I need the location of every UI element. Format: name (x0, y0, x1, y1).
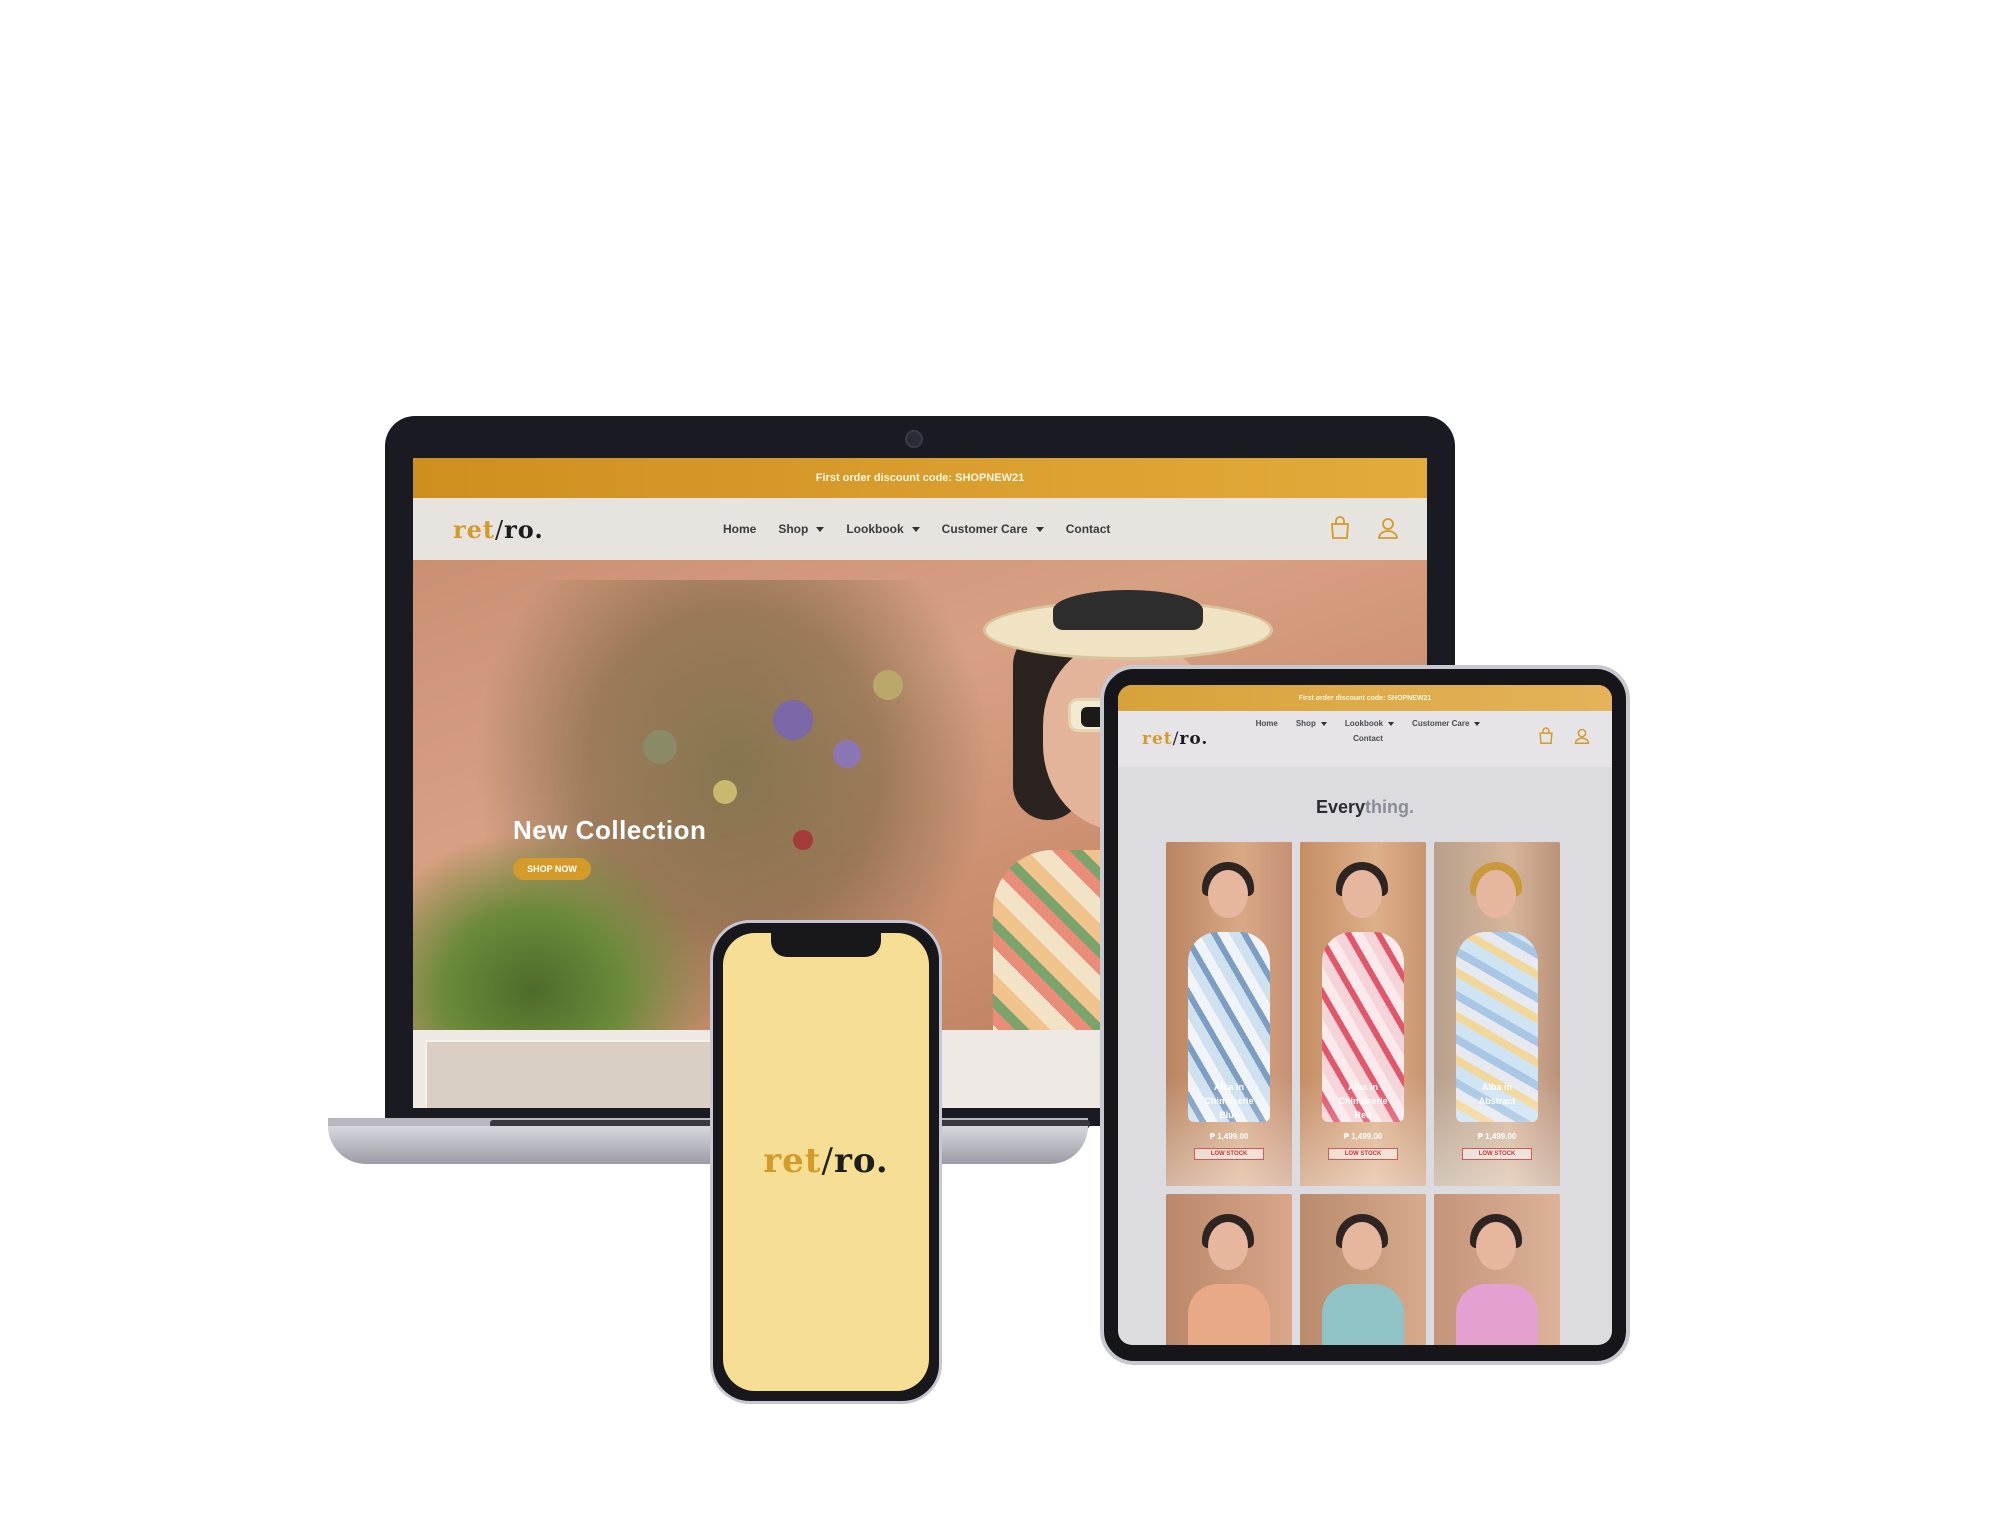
site-logo[interactable]: ret/ro. (453, 515, 544, 544)
chevron-down-icon (1320, 721, 1327, 726)
site-header: ret/ro. Home Shop Lookbook Customer Care… (413, 498, 1427, 560)
header-icons (1329, 516, 1399, 540)
hero-title: New Collection (513, 815, 707, 845)
promo-banner: First order discount code: SHOPNEW21 (413, 458, 1427, 498)
tablet-nav-home[interactable]: Home (1256, 719, 1278, 728)
collection-heading-accent: thing. (1365, 797, 1415, 817)
tablet-promo-text: First order discount code: SHOPNEW21 (1298, 694, 1432, 702)
tablet-device: First order discount code: SHOPNEW21 ret… (1100, 665, 1630, 1365)
tablet-nav-contact-label: Contact (1353, 734, 1383, 743)
tablet-nav-home-label: Home (1255, 719, 1278, 728)
nav-shop[interactable]: Shop (778, 522, 825, 536)
nav-shop-label: Shop (778, 522, 809, 536)
tablet-nav-customer-care-label: Customer Care (1412, 719, 1470, 728)
product-card[interactable]: Alba in Abstract ₱ 1,499.00 LOW STOCK (1434, 842, 1560, 1186)
product-card[interactable] (1300, 1194, 1426, 1345)
product-card[interactable]: Alba in Chinoiserie Red ₱ 1,499.00 LOW STO… (1300, 842, 1426, 1186)
nav-customer-care-label: Customer Care (941, 522, 1028, 536)
webcam (905, 430, 923, 448)
nav-contact[interactable]: Contact (1066, 522, 1111, 536)
stock-badge: LOW STOCK (1462, 1148, 1532, 1160)
logo-part-ret: ret (763, 1141, 822, 1181)
tablet-nav-contact[interactable]: Contact (1353, 734, 1383, 743)
product-price: ₱ 1,499.00 (1209, 1132, 1249, 1141)
collection-heading-main: Every (1315, 797, 1366, 817)
stock-badge: LOW STOCK (1194, 1148, 1264, 1160)
phone-splash-logo: ret/ro. (723, 1141, 929, 1181)
main-nav: Home Shop Lookbook Customer Care Contact (723, 498, 1110, 560)
nav-contact-label: Contact (1065, 522, 1111, 536)
phone-device: ret/ro. (710, 920, 942, 1404)
product-card[interactable]: Alba in Chinoiserie Blue ₱ 1,499.00 LOW ST… (1166, 842, 1292, 1186)
logo-part-ret: ret (453, 514, 495, 544)
product-name: Alba in Chinoiserie Blue (1204, 1082, 1254, 1120)
product-card[interactable] (1166, 1194, 1292, 1345)
nav-home[interactable]: Home (723, 522, 756, 536)
laptop-base (328, 1126, 1088, 1164)
featured-card[interactable] (425, 1040, 755, 1108)
product-name: Alba in Chinoiserie Red (1338, 1082, 1388, 1120)
phone-screen: ret/ro. (723, 933, 929, 1391)
tablet-header: ret/ro. Home Shop Lookbook Customer Care… (1118, 711, 1612, 767)
logo-part-ret: ret (1142, 729, 1173, 749)
chevron-down-icon (816, 526, 825, 532)
tablet-promo-banner: First order discount code: SHOPNEW21 (1118, 685, 1612, 711)
user-icon[interactable] (1377, 516, 1399, 540)
product-grid: Alba in Chinoiserie Blue ₱ 1,499.00 LOW ST… (1166, 842, 1570, 1345)
tablet-screen: First order discount code: SHOPNEW21 ret… (1118, 685, 1612, 1345)
nav-lookbook[interactable]: Lookbook (846, 522, 920, 536)
logo-slash: / (495, 515, 505, 544)
product-price: ₱ 1,499.00 (1477, 1132, 1517, 1141)
shopping-bag-icon[interactable] (1538, 727, 1554, 745)
product-price: ₱ 1,499.00 (1343, 1132, 1383, 1141)
phone-notch (771, 933, 881, 957)
logo-part-ro: ro. (833, 1141, 889, 1181)
nav-lookbook-label: Lookbook (846, 522, 904, 536)
user-icon[interactable] (1574, 727, 1590, 745)
stock-badge: LOW STOCK (1328, 1148, 1398, 1160)
nav-home-label: Home (723, 522, 757, 536)
shopping-bag-icon[interactable] (1329, 516, 1351, 540)
chevron-down-icon (911, 526, 920, 532)
tablet-nav-lookbook[interactable]: Lookbook (1344, 719, 1395, 728)
tablet-nav-shop-label: Shop (1295, 719, 1316, 728)
tablet-header-icons (1538, 727, 1590, 745)
product-card[interactable] (1434, 1194, 1560, 1345)
logo-slash: / (821, 1141, 834, 1181)
logo-part-ro: ro. (504, 514, 544, 544)
tablet-nav-customer-care[interactable]: Customer Care (1412, 719, 1481, 728)
chevron-down-icon (1474, 721, 1481, 726)
collection-heading: Everything. (1118, 797, 1612, 818)
tablet-nav-shop[interactable]: Shop (1296, 719, 1327, 728)
shop-now-button[interactable]: SHOP NOW (513, 858, 591, 880)
logo-part-ro: ro. (1179, 729, 1209, 749)
tablet-main-nav: Home Shop Lookbook Customer Care Contact (1248, 719, 1488, 743)
chevron-down-icon (1035, 526, 1044, 532)
promo-text: First order discount code: SHOPNEW21 (815, 472, 1025, 484)
tablet-nav-lookbook-label: Lookbook (1344, 719, 1384, 728)
nav-customer-care[interactable]: Customer Care (942, 522, 1044, 536)
chevron-down-icon (1388, 721, 1395, 726)
tablet-site-logo[interactable]: ret/ro. (1142, 729, 1208, 749)
product-name: Alba in Abstract (1478, 1082, 1516, 1106)
